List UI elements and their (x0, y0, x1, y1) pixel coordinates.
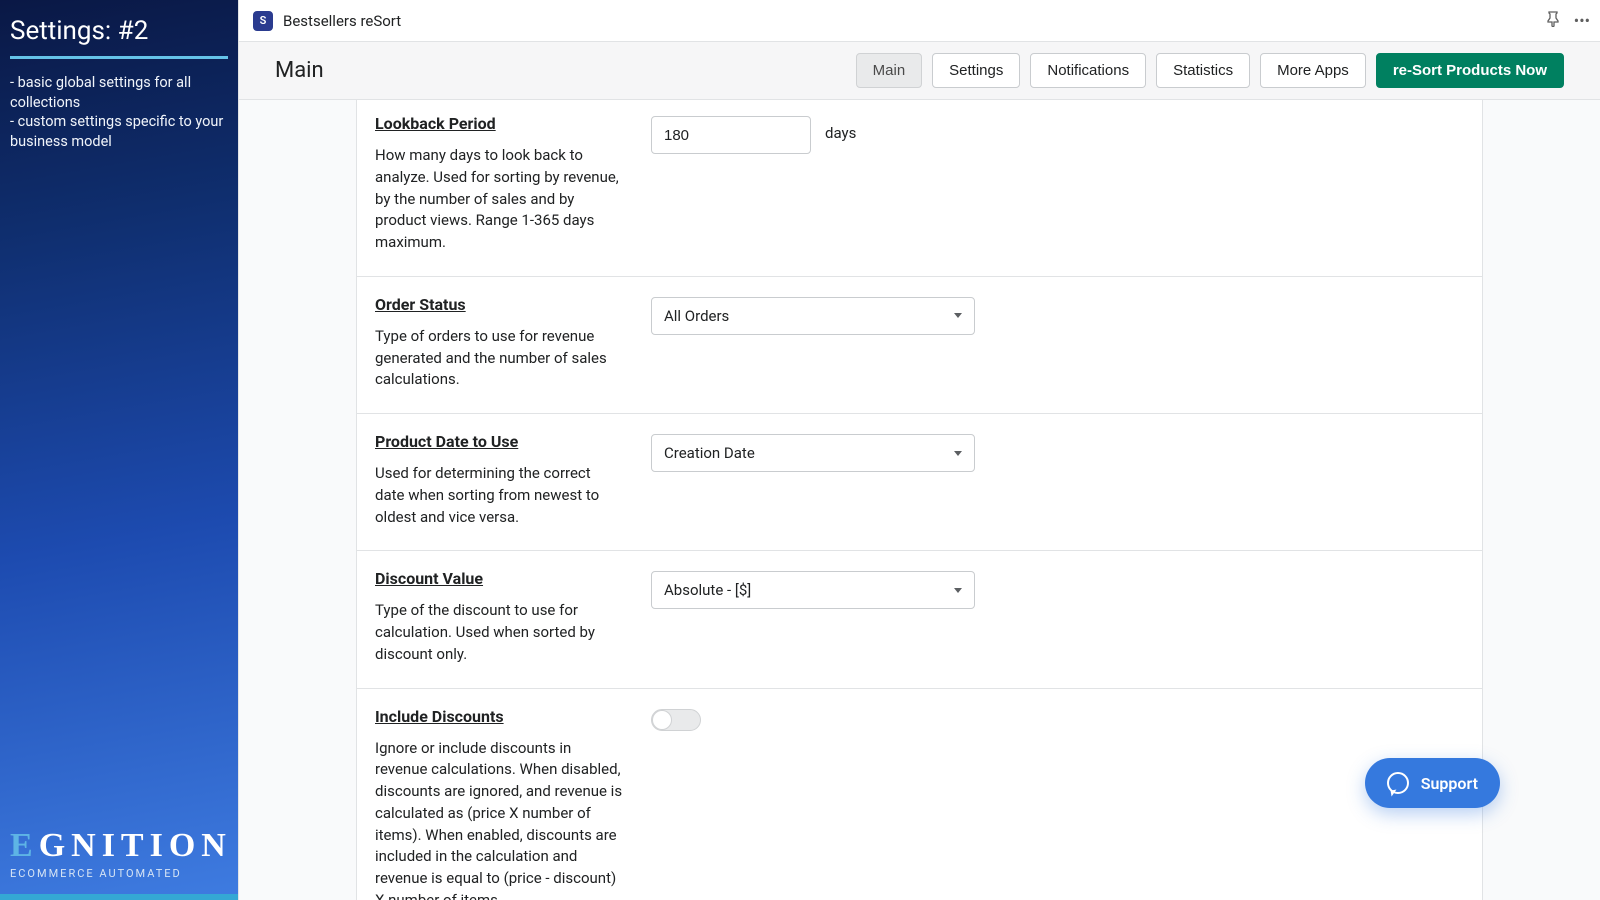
brand-rest: GNITION (39, 827, 232, 864)
support-button[interactable]: Support (1365, 758, 1500, 808)
row-product-date: Product Date to Use Used for determining… (357, 414, 1482, 551)
discount-value-desc: Type of the discount to use for calculat… (375, 600, 623, 665)
sidebar-desc-line2: - custom settings specific to your busin… (10, 112, 228, 151)
app-bar: S Bestsellers reSort ••• (239, 0, 1600, 42)
discount-value-select[interactable]: Absolute - [$] (651, 571, 975, 609)
include-discounts-toggle[interactable] (651, 709, 701, 731)
include-discounts-desc: Ignore or include discounts in revenue c… (375, 738, 623, 900)
product-date-select[interactable]: Creation Date (651, 434, 975, 472)
toggle-knob (652, 710, 672, 730)
nav-more-apps-button[interactable]: More Apps (1260, 53, 1366, 88)
sidebar-title-underline (10, 56, 228, 59)
lookback-title: Lookback Period (375, 114, 623, 133)
product-date-title: Product Date to Use (375, 432, 623, 451)
order-status-select[interactable]: All Orders (651, 297, 975, 335)
row-lookback-period: Lookback Period How many days to look ba… (357, 100, 1482, 277)
chevron-down-icon (954, 588, 962, 593)
order-status-title: Order Status (375, 295, 623, 314)
chevron-down-icon (954, 313, 962, 318)
lookback-unit: days (825, 124, 856, 142)
row-include-discounts: Include Discounts Ignore or include disc… (357, 689, 1482, 900)
order-status-desc: Type of orders to use for revenue genera… (375, 326, 623, 391)
row-discount-value: Discount Value Type of the discount to u… (357, 551, 1482, 688)
row-order-status: Order Status Type of orders to use for r… (357, 277, 1482, 414)
brand-subtitle: ECOMMERCE AUTOMATED (10, 867, 232, 880)
include-discounts-title: Include Discounts (375, 707, 623, 726)
more-icon[interactable]: ••• (1574, 11, 1590, 30)
order-status-selected: All Orders (664, 307, 729, 325)
pin-icon[interactable] (1546, 11, 1560, 31)
sub-header: Main Main Settings Notifications Statist… (239, 42, 1600, 100)
sidebar-desc-line1: - basic global settings for all collecti… (10, 73, 228, 112)
sidebar-title: Settings: #2 (10, 16, 228, 56)
app-title: Bestsellers reSort (283, 12, 401, 30)
settings-card: Lookback Period How many days to look ba… (356, 100, 1483, 900)
nav-statistics-button[interactable]: Statistics (1156, 53, 1250, 88)
nav-settings-button[interactable]: Settings (932, 53, 1020, 88)
product-date-selected: Creation Date (664, 444, 755, 462)
resort-now-button[interactable]: re-Sort Products Now (1376, 53, 1564, 88)
chat-icon (1387, 772, 1409, 794)
discount-value-title: Discount Value (375, 569, 623, 588)
chevron-down-icon (954, 451, 962, 456)
product-date-desc: Used for determining the correct date wh… (375, 463, 623, 528)
sidebar-brand: EGNITION ECOMMERCE AUTOMATED (10, 827, 232, 880)
app-icon: S (253, 11, 273, 31)
lookback-desc: How many days to look back to analyze. U… (375, 145, 623, 254)
nav-notifications-button[interactable]: Notifications (1030, 53, 1146, 88)
nav-buttons: Main Settings Notifications Statistics M… (856, 53, 1564, 88)
sidebar: Settings: #2 - basic global settings for… (0, 0, 238, 900)
support-label: Support (1421, 774, 1478, 793)
lookback-input[interactable] (651, 116, 811, 154)
nav-main-button[interactable]: Main (856, 53, 923, 88)
page-heading: Main (275, 58, 324, 83)
discount-value-selected: Absolute - [$] (664, 581, 751, 599)
brand-e: E (10, 827, 39, 864)
